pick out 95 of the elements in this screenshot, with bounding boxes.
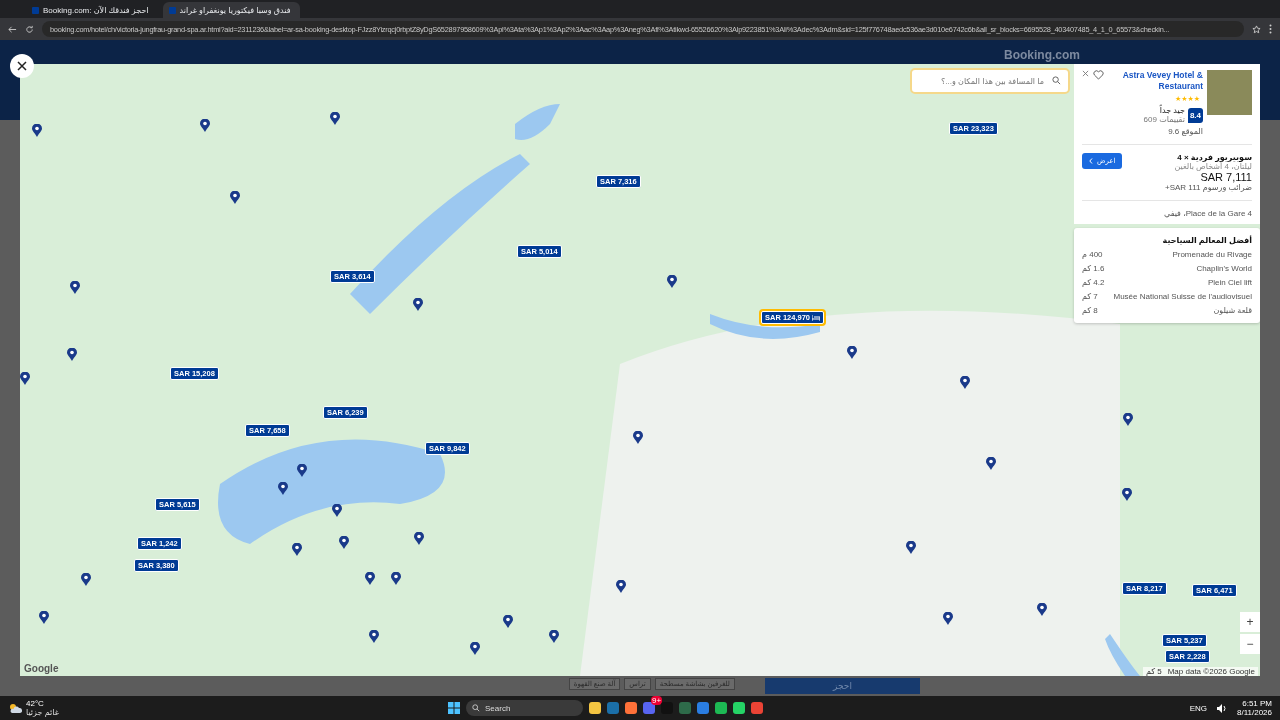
search-icon <box>472 704 480 712</box>
map-pin-icon[interactable] <box>332 504 342 517</box>
star-icon[interactable] <box>1252 24 1261 34</box>
map-pin-icon[interactable] <box>667 275 677 288</box>
music-app-icon[interactable] <box>715 702 727 714</box>
map-pin-icon[interactable] <box>292 543 302 556</box>
map-pin-icon[interactable] <box>67 348 77 361</box>
browser-tab[interactable]: Booking.com: احجز فندقك الآن <box>26 2 159 18</box>
map-pin-icon[interactable] <box>330 112 340 125</box>
stay-details: ليلتان، 4 أشخاص بالغين <box>1174 162 1252 172</box>
map-scale: 5 كم <box>1145 667 1162 676</box>
map-pin-icon[interactable] <box>230 191 240 204</box>
landmark-name: Chaplin's World <box>1196 264 1252 274</box>
map-pin-icon[interactable] <box>470 642 480 655</box>
browser-icon[interactable] <box>751 702 763 714</box>
notification-badge: 9+ <box>651 696 663 705</box>
map-attribution: Map data ©2026 Google <box>1167 667 1255 676</box>
clock-date[interactable]: 8/11/2026 <box>1237 708 1272 717</box>
map-pin-icon[interactable] <box>943 612 953 625</box>
map-pin-icon[interactable] <box>339 536 349 549</box>
map-pin-icon[interactable] <box>70 281 80 294</box>
map-pin-icon[interactable] <box>414 532 424 545</box>
chevron-icon <box>1089 158 1093 165</box>
taskbar-search[interactable]: Search <box>466 700 583 716</box>
app-icon[interactable] <box>733 702 745 714</box>
zoom-out-button[interactable]: − <box>1240 634 1260 654</box>
folder-icon[interactable] <box>589 702 601 714</box>
landmark-distance: 400 م <box>1082 250 1103 260</box>
search-field[interactable]: ما المسافة بين هذا المكان و...؟ <box>910 68 1070 94</box>
weather-condition: غائم جزئيا <box>26 708 59 717</box>
temperature: 42°C <box>26 699 44 708</box>
map-pin-icon[interactable] <box>847 346 857 359</box>
map-pin-icon[interactable] <box>20 372 30 385</box>
price: SAR 7,111 <box>1200 171 1252 184</box>
weather-icon[interactable] <box>8 702 22 714</box>
map-pin-icon[interactable] <box>391 572 401 585</box>
browser-tab[interactable]: فندق وسبا فيكتوريا يونغفراو غراند <box>162 2 301 18</box>
bed-icon <box>812 314 821 321</box>
booking-favicon-icon <box>32 6 39 14</box>
lake-shape <box>515 104 560 140</box>
landmark-name: قلعة شيلون <box>1213 306 1252 316</box>
map-pin-icon[interactable] <box>365 572 375 585</box>
landmark-distance: 8 كم <box>1082 306 1098 316</box>
map-pin-icon[interactable] <box>1123 413 1133 426</box>
app-icon[interactable] <box>697 702 709 714</box>
map-pin-icon[interactable] <box>1037 603 1047 616</box>
hotel-name[interactable]: Astra Vevey Hotel & Restaurant <box>1108 70 1203 93</box>
clock-time[interactable]: 6:51 PM <box>1242 699 1272 708</box>
map-pin-icon[interactable] <box>32 124 42 137</box>
back-icon[interactable] <box>8 24 17 34</box>
map-pin-icon[interactable] <box>960 376 970 389</box>
landmark-name: Plein Ciel lift <box>1208 278 1252 288</box>
location-score: 9.6 الموقع <box>1168 127 1203 137</box>
site-logo: Booking.com <box>1004 48 1080 62</box>
app-icon[interactable] <box>607 702 619 714</box>
map-pin-icon[interactable] <box>297 464 307 477</box>
landmarks-title: أفضل المعالم السياحية <box>1162 236 1252 246</box>
map-pin-icon[interactable] <box>906 541 916 554</box>
taxes-note: +SAR 111 ضرائب ورسوم <box>1165 183 1252 193</box>
map-pin-icon[interactable] <box>413 298 423 311</box>
landmark-distance: 7 كم <box>1082 292 1098 302</box>
score-label: جيد جداً <box>1159 106 1185 116</box>
map-pin-icon[interactable] <box>616 580 626 593</box>
favorite-button[interactable] <box>1093 70 1104 80</box>
map-pin-icon[interactable] <box>278 482 288 495</box>
map-pin-icon[interactable] <box>549 630 559 643</box>
map-pin-icon[interactable] <box>200 119 210 132</box>
map-pin-icon[interactable] <box>986 457 996 470</box>
zoom-in-button[interactable]: + <box>1240 612 1260 632</box>
browser-icon[interactable] <box>625 702 637 714</box>
map-pin-icon[interactable] <box>503 615 513 628</box>
windows-start-icon[interactable] <box>448 702 460 714</box>
map-pin-icon[interactable] <box>81 573 91 586</box>
close-icon <box>17 61 27 71</box>
booking-favicon-icon <box>168 6 176 14</box>
map-logo: Google <box>24 663 59 674</box>
menu-icon[interactable] <box>1269 24 1272 34</box>
map-pin-icon[interactable] <box>1122 488 1132 501</box>
lake-shape <box>1105 634 1140 676</box>
room-type: 4 × سوبيريور فردية <box>1177 153 1252 163</box>
landmark-name: Musée National Suisse de l'audiovisuel <box>1113 292 1252 302</box>
photo-placeholder <box>1207 70 1252 115</box>
score-badge: 8.4 <box>1187 107 1203 123</box>
map-pin-icon[interactable] <box>39 611 49 624</box>
language-indicator[interactable]: ENG <box>1189 703 1207 713</box>
landmark-distance: 4.2 كم <box>1082 278 1105 288</box>
review-count: 609 تقييمات <box>1143 115 1185 125</box>
reload-icon[interactable] <box>25 24 34 34</box>
landmark-name: Promenade du Rivage <box>1172 250 1252 260</box>
map-pin-icon[interactable] <box>633 431 643 444</box>
speaker-icon[interactable] <box>1217 703 1227 713</box>
hotel-address: Place de la Gare 4، فيفي <box>1163 209 1252 219</box>
map-pin-icon[interactable] <box>369 630 379 643</box>
search-icon <box>1052 76 1061 85</box>
landmark-distance: 1.6 كم <box>1082 264 1105 274</box>
